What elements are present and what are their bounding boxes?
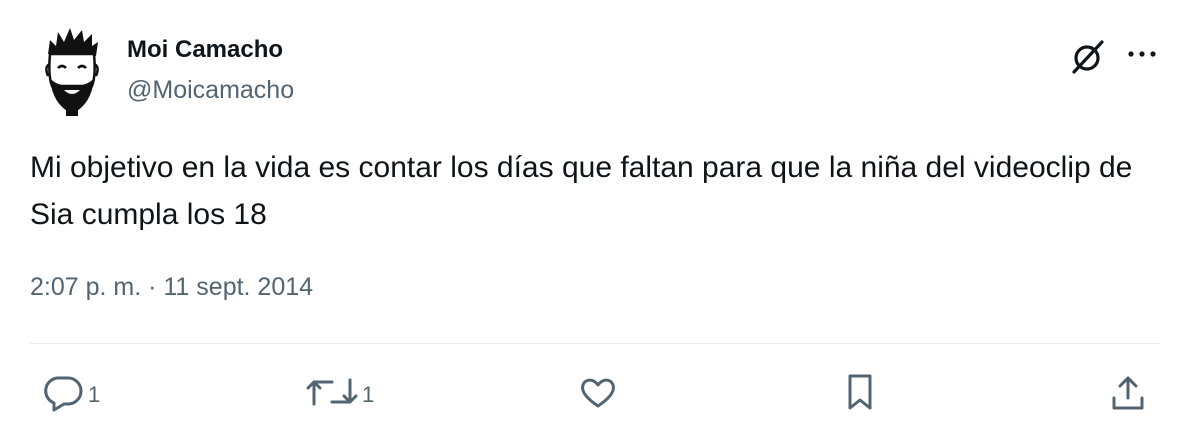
reply-count: 1	[88, 382, 101, 407]
author-handle[interactable]: @Moicamacho	[127, 76, 294, 105]
tweet-text: Mi objetivo en la vida es contar los día…	[30, 151, 1133, 231]
retweet-icon	[306, 378, 358, 406]
reply-icon	[44, 376, 83, 412]
bookmark-button[interactable]	[842, 372, 878, 412]
share-icon	[1112, 376, 1144, 410]
reply-button[interactable]: 1	[40, 372, 100, 412]
more-options-icon[interactable]	[1124, 44, 1160, 64]
grok-icon[interactable]	[1068, 36, 1108, 76]
like-icon	[581, 378, 615, 408]
retweet-count: 1	[362, 382, 375, 407]
retweet-button[interactable]: 1	[304, 372, 374, 412]
divider	[30, 343, 1159, 344]
author-name[interactable]: Moi Camacho	[127, 36, 283, 64]
avatar[interactable]	[40, 26, 104, 116]
tweet-timestamp[interactable]: 2:07 p. m. · 11 sept. 2014	[30, 273, 313, 302]
share-button[interactable]	[1108, 372, 1148, 412]
like-button[interactable]	[578, 372, 618, 412]
bookmark-icon	[848, 374, 872, 410]
